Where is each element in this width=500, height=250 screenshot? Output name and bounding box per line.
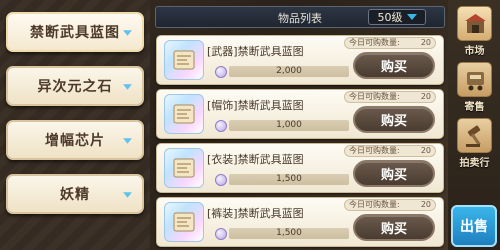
chevron-down-icon: [123, 138, 132, 144]
currency-icon: [215, 228, 227, 240]
chevron-down-icon: [123, 84, 132, 90]
nav-tab-consign[interactable]: 寄售: [453, 60, 496, 116]
item-name: [衣装]禁断武具蓝图: [207, 153, 304, 166]
category-label: 禁断武具蓝图: [30, 25, 120, 41]
list-header: 物品列表 50级: [155, 6, 445, 28]
quota-label: 今日可购数量:: [349, 38, 400, 47]
category-panel: 禁断武具蓝图 异次元之石 增幅芯片 妖精: [0, 0, 150, 250]
daily-quota: 今日可购数量: 20: [344, 91, 436, 103]
blueprint-scroll-icon: [164, 94, 204, 134]
sell-button[interactable]: 出售: [451, 205, 497, 247]
blueprint-scroll-icon: [164, 148, 204, 188]
nav-label: 寄售: [464, 102, 485, 113]
nav-label: 拍卖行: [459, 158, 490, 169]
buy-button[interactable]: 购买: [353, 52, 435, 79]
list-item: [帽饰]禁断武具蓝图 今日可购数量: 20 1,000 购买: [156, 89, 444, 139]
category-label: 增幅芯片: [45, 133, 105, 149]
currency-icon: [215, 120, 227, 132]
gavel-icon: [457, 118, 492, 153]
buy-button[interactable]: 购买: [353, 160, 435, 187]
consign-cart-icon: [457, 62, 492, 97]
item-price: 2,000: [229, 66, 349, 77]
nav-label: 市场: [464, 46, 485, 57]
chevron-down-icon: [123, 192, 132, 198]
quota-count: 20: [420, 200, 431, 209]
quota-label: 今日可购数量:: [349, 92, 400, 101]
item-name: [帽饰]禁断武具蓝图: [207, 99, 304, 112]
item-price: 1,500: [229, 228, 349, 239]
daily-quota: 今日可购数量: 20: [344, 199, 436, 211]
chevron-down-icon: [406, 14, 417, 20]
category-button-fairy[interactable]: 妖精: [6, 174, 144, 214]
buy-button[interactable]: 购买: [353, 106, 435, 133]
item-price: 1,000: [229, 120, 349, 131]
item-name: [武器]禁断武具蓝图: [207, 45, 304, 58]
list-item: [武器]禁断武具蓝图 今日可购数量: 20 2,000 购买: [156, 35, 444, 85]
category-button-blueprint[interactable]: 禁断武具蓝图: [6, 12, 144, 52]
blueprint-scroll-icon: [164, 202, 204, 242]
quota-count: 20: [420, 38, 431, 47]
category-label: 异次元之石: [37, 79, 113, 95]
currency-icon: [215, 174, 227, 186]
quota-label: 今日可购数量:: [349, 200, 400, 209]
nav-tab-auction[interactable]: 拍卖行: [453, 116, 496, 172]
chevron-down-icon: [123, 30, 132, 36]
nav-tab-market[interactable]: 市场: [453, 4, 496, 60]
quota-label: 今日可购数量:: [349, 146, 400, 155]
level-filter-dropdown[interactable]: 50级: [368, 9, 426, 25]
category-button-stone[interactable]: 异次元之石: [6, 66, 144, 106]
daily-quota: 今日可购数量: 20: [344, 37, 436, 49]
level-filter-value: 50级: [377, 11, 403, 24]
quota-count: 20: [420, 146, 431, 155]
item-price: 1,500: [229, 174, 349, 185]
list-item: [衣装]禁断武具蓝图 今日可购数量: 20 1,500 购买: [156, 143, 444, 193]
quota-count: 20: [420, 92, 431, 101]
item-name: [裤装]禁断武具蓝图: [207, 207, 304, 220]
currency-icon: [215, 66, 227, 78]
blueprint-scroll-icon: [164, 40, 204, 80]
category-button-chip[interactable]: 增幅芯片: [6, 120, 144, 160]
list-item: [裤装]禁断武具蓝图 今日可购数量: 20 1,500 购买: [156, 197, 444, 247]
daily-quota: 今日可购数量: 20: [344, 145, 436, 157]
market-stall-icon: [457, 6, 492, 41]
category-label: 妖精: [60, 187, 90, 203]
buy-button[interactable]: 购买: [353, 214, 435, 241]
